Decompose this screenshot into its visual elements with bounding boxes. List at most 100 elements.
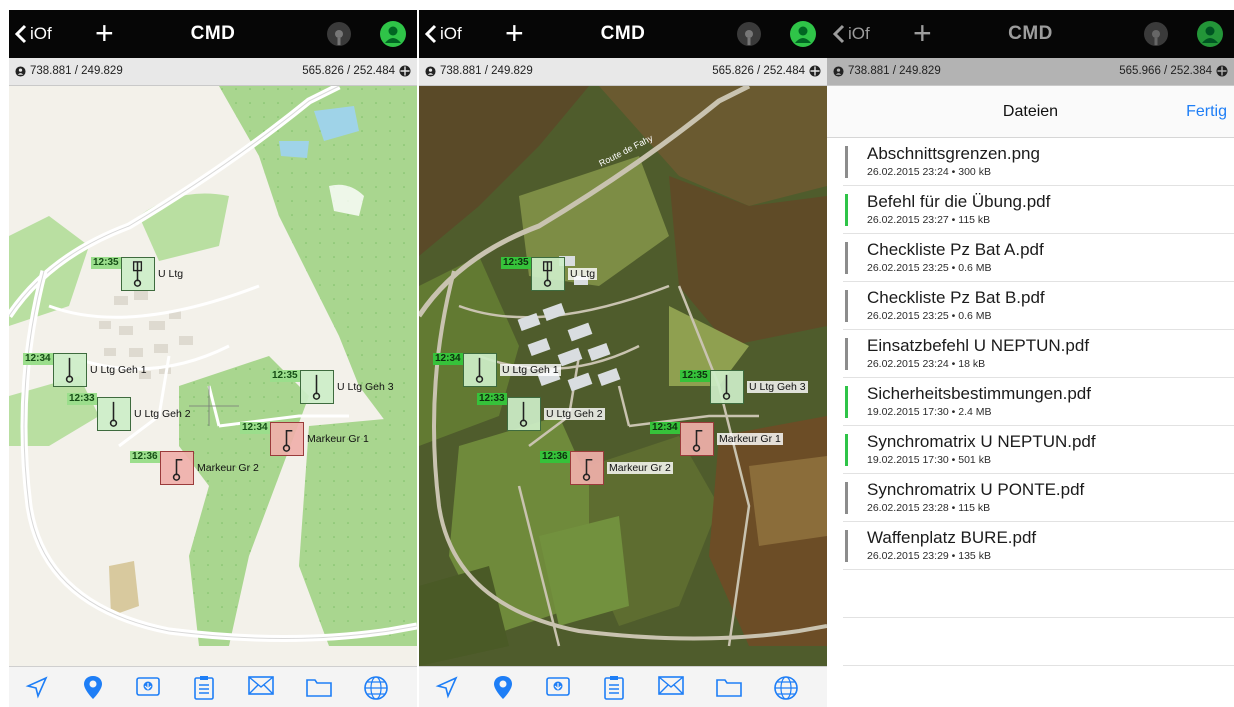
own-position-coords: 738.881 / 249.829 <box>848 65 941 77</box>
file-meta: 26.02.2015 23:29 • 135 kB <box>867 550 991 562</box>
file-list: Abschnittsgrenzen.png 26.02.2015 23:24 •… <box>843 138 1234 666</box>
clipboard-icon[interactable] <box>193 675 215 701</box>
map-marker[interactable]: 12:36 Markeur Gr 2 <box>540 451 673 485</box>
map-pin-icon[interactable] <box>81 675 105 701</box>
flag-post-icon <box>722 374 731 400</box>
file-row[interactable]: Synchromatrix U PONTE.pdf 26.02.2015 23:… <box>843 474 1234 522</box>
marker-symbol <box>680 422 714 456</box>
crosshair-icon <box>1216 65 1228 77</box>
crosshair-coords: 565.826 / 252.484 <box>302 65 395 77</box>
file-meta: 26.02.2015 23:28 • 115 kB <box>867 502 991 514</box>
user-status-icon[interactable] <box>1196 20 1224 48</box>
user-status-icon[interactable] <box>789 20 817 48</box>
map-marker[interactable]: 12:33 U Ltg Geh 2 <box>67 393 191 431</box>
command-post-symbol <box>121 257 155 291</box>
file-row[interactable]: Checkliste Pz Bat B.pdf 26.02.2015 23:25… <box>843 282 1234 330</box>
user-position-icon <box>833 65 844 77</box>
folder-icon[interactable] <box>715 675 743 699</box>
file-status-bar <box>845 386 848 418</box>
file-meta: 26.02.2015 23:27 • 115 kB <box>867 214 991 226</box>
marker-time: 12:34 <box>433 353 463 365</box>
flag-post-icon <box>475 357 484 383</box>
marker-label: Markeur Gr 1 <box>717 433 783 445</box>
empty-row <box>843 570 1234 618</box>
map-pin-icon[interactable] <box>491 675 515 701</box>
satellite-screen: iOf + CMD 738.881 / 249.829 565.826 / 25… <box>419 10 827 707</box>
marker-time: 12:33 <box>477 393 507 405</box>
file-row[interactable]: Sicherheitsbestimmungen.pdf 19.02.2015 1… <box>843 378 1234 426</box>
file-meta: 26.02.2015 23:25 • 0.6 MB <box>867 310 992 322</box>
marker-time: 12:35 <box>501 257 531 269</box>
file-row[interactable]: Waffenplatz BURE.pdf 26.02.2015 23:29 • … <box>843 522 1234 570</box>
globe-icon[interactable] <box>363 675 389 701</box>
file-row[interactable]: Abschnittsgrenzen.png 26.02.2015 23:24 •… <box>843 138 1234 186</box>
map-marker[interactable]: 12:33 U Ltg Geh 2 <box>477 393 605 431</box>
done-button[interactable]: Fertig <box>1186 103 1227 121</box>
file-status-bar <box>845 434 848 466</box>
marker-label: U Ltg <box>158 268 184 280</box>
file-name: Checkliste Pz Bat B.pdf <box>867 288 1045 307</box>
tab-bar <box>419 666 827 707</box>
file-row[interactable]: Befehl für die Übung.pdf 26.02.2015 23:2… <box>843 186 1234 234</box>
map-marker[interactable]: 12:34 Markeur Gr 1 <box>240 422 369 456</box>
marker-label: U Ltg Geh 1 <box>500 364 561 376</box>
navbar: iOf + CMD <box>419 10 827 58</box>
gps-signal-icon[interactable] <box>326 21 352 47</box>
marker-label: U Ltg Geh 2 <box>544 408 605 420</box>
user-position-icon <box>425 65 436 77</box>
flag-marker-icon <box>582 458 593 481</box>
navbar: iOf + CMD <box>827 10 1234 58</box>
marker-time: 12:34 <box>23 353 53 365</box>
gps-signal-icon[interactable] <box>1143 21 1169 47</box>
gps-import-icon[interactable] <box>135 675 161 699</box>
mail-icon[interactable] <box>247 675 275 697</box>
file-row[interactable]: Synchromatrix U NEPTUN.pdf 19.02.2015 17… <box>843 426 1234 474</box>
map-marker[interactable]: 12:35 U Ltg <box>91 257 184 291</box>
map-marker[interactable]: 12:35 U Ltg <box>501 257 598 291</box>
marker-time: 12:35 <box>91 257 121 269</box>
map-marker[interactable]: 12:34 U Ltg Geh 1 <box>433 353 561 387</box>
gps-import-icon[interactable] <box>545 675 571 699</box>
file-row[interactable]: Checkliste Pz Bat A.pdf 26.02.2015 23:25… <box>843 234 1234 282</box>
files-screen: iOf + CMD 738.881 / 249.829 565.966 / 25… <box>827 10 1234 707</box>
flag-post-icon <box>132 261 143 287</box>
satellite-map[interactable]: Route de Fahy 12:35 U Ltg 12:34 U Ltg Ge… <box>419 86 827 666</box>
map-marker[interactable]: 12:34 Markeur Gr 1 <box>650 422 783 456</box>
crosshair-coords: 565.966 / 252.384 <box>1119 65 1212 77</box>
navbar: iOf + CMD <box>9 10 417 58</box>
flag-marker-icon <box>692 429 703 452</box>
mail-icon[interactable] <box>657 675 685 697</box>
user-status-icon[interactable] <box>379 20 407 48</box>
marker-symbol <box>160 451 194 485</box>
crosshair-coords: 565.826 / 252.484 <box>712 65 805 77</box>
marker-label: Markeur Gr 2 <box>197 462 259 474</box>
marker-time: 12:35 <box>270 370 300 382</box>
street-map[interactable]: 12:35 U Ltg 12:34 U Ltg Geh 1 12:33 U Lt… <box>9 86 417 666</box>
globe-icon[interactable] <box>773 675 799 701</box>
map-marker[interactable]: 12:34 U Ltg Geh 1 <box>23 353 147 387</box>
location-arrow-icon[interactable] <box>435 675 459 699</box>
clipboard-icon[interactable] <box>603 675 625 701</box>
flag-post-icon <box>542 261 553 287</box>
marker-label: U Ltg Geh 2 <box>134 408 191 420</box>
marker-label: Markeur Gr 1 <box>307 433 369 445</box>
own-position-coords: 738.881 / 249.829 <box>440 65 533 77</box>
file-meta: 26.02.2015 23:25 • 0.6 MB <box>867 262 992 274</box>
own-position-coords: 738.881 / 249.829 <box>30 65 123 77</box>
coordinate-bar: 738.881 / 249.829 565.966 / 252.384 <box>827 58 1234 86</box>
folder-icon[interactable] <box>305 675 333 699</box>
file-status-bar <box>845 242 848 274</box>
file-status-bar <box>845 290 848 322</box>
location-arrow-icon[interactable] <box>25 675 49 699</box>
flag-post-icon <box>312 374 321 400</box>
flag-post-icon <box>65 357 74 383</box>
map-marker[interactable]: 12:36 Markeur Gr 2 <box>130 451 259 485</box>
navbar-title: CMD <box>600 23 646 44</box>
marker-time: 12:36 <box>130 451 160 463</box>
map-marker[interactable]: 12:35 U Ltg Geh 3 <box>270 370 394 404</box>
map-marker[interactable]: 12:35 U Ltg Geh 3 <box>680 370 808 404</box>
command-post-symbol <box>97 397 131 431</box>
file-row[interactable]: Einsatzbefehl U NEPTUN.pdf 26.02.2015 23… <box>843 330 1234 378</box>
navbar-title: CMD <box>190 23 236 44</box>
gps-signal-icon[interactable] <box>736 21 762 47</box>
